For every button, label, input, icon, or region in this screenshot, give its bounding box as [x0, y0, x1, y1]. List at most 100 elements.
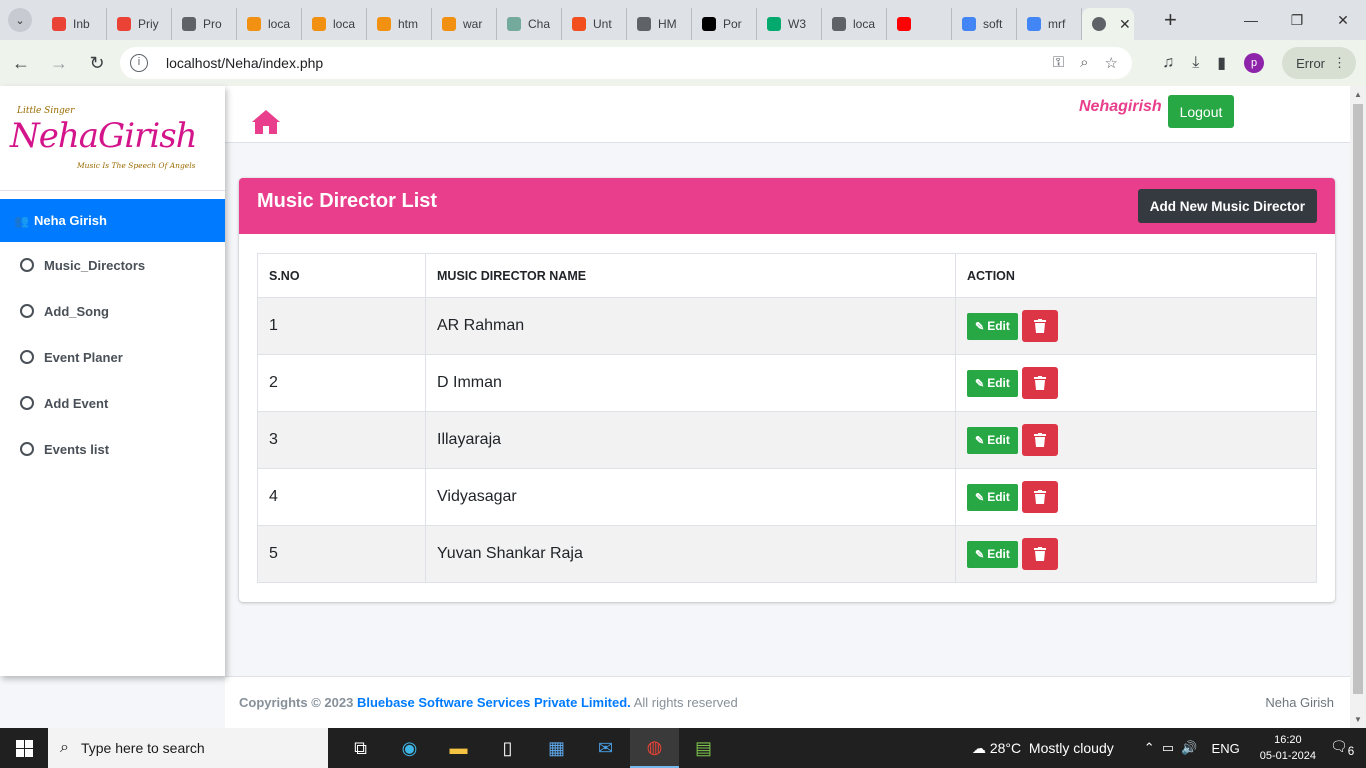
tab-favicon-icon — [117, 17, 131, 31]
sidebar-item-add-song[interactable]: Add_Song — [0, 288, 225, 334]
taskbar-search[interactable]: ⌕ Type here to search — [48, 728, 328, 768]
tab-label: mrf — [1048, 17, 1066, 31]
browser-tab[interactable]: Inb — [42, 8, 107, 40]
home-icon[interactable] — [251, 108, 281, 136]
tab-label: Priy — [138, 17, 159, 31]
browser-tab[interactable]: war — [432, 8, 497, 40]
sidebar-item-add-event[interactable]: Add Event — [0, 380, 225, 426]
zoom-icon[interactable]: ⌕ — [1080, 54, 1088, 72]
tab-favicon-icon — [1027, 17, 1041, 31]
delete-button[interactable] — [1021, 367, 1058, 399]
profile-avatar[interactable]: p — [1244, 53, 1265, 73]
back-icon[interactable]: ← — [4, 53, 38, 74]
edit-button[interactable]: ✎ Edit — [967, 426, 1018, 454]
key-icon[interactable]: ⚿ — [1053, 54, 1064, 72]
language-indicator[interactable]: ENG — [1212, 741, 1240, 756]
delete-button[interactable] — [1021, 424, 1058, 456]
browser-tab[interactable]: W3 — [757, 8, 822, 40]
sublime-icon[interactable]: ▤ — [679, 728, 728, 768]
store-icon[interactable]: ▦ — [532, 728, 581, 768]
row-actions: ✎ Edit — [955, 468, 1317, 526]
tray-icons[interactable]: ⌃ ▭ 🔊 — [1144, 740, 1198, 756]
url-text[interactable]: localhost/Neha/index.php — [166, 55, 323, 71]
browser-tab[interactable]: Unt — [562, 8, 627, 40]
edge-icon[interactable]: ◉ — [385, 728, 434, 768]
browser-tab[interactable]: loca — [302, 8, 367, 40]
table-row: 2D Imman ✎ Edit — [257, 354, 1317, 412]
site-info-icon[interactable]: i — [130, 54, 148, 72]
edit-button[interactable]: ✎ Edit — [967, 312, 1018, 340]
scroll-down-icon[interactable]: ▼ — [1354, 715, 1362, 724]
browser-tab[interactable]: loca — [822, 8, 887, 40]
browser-tab[interactable]: HM — [627, 8, 692, 40]
more-menu-icon: ⋮ — [1333, 55, 1346, 70]
page-footer: Copyrights © 2023 Bluebase Software Serv… — [225, 676, 1350, 728]
delete-button[interactable] — [1021, 481, 1058, 513]
browser-tab[interactable]: Cha — [497, 8, 562, 40]
media-control-icon[interactable]: ♫ — [1162, 54, 1174, 72]
edit-button[interactable]: ✎ Edit — [967, 540, 1018, 568]
notification-icon[interactable]: 🗨6 — [1330, 738, 1366, 758]
sidebar-item-event-planer[interactable]: Event Planer — [0, 334, 225, 380]
browser-tab[interactable]: Priy — [107, 8, 172, 40]
scroll-up-icon[interactable]: ▲ — [1354, 90, 1362, 99]
page-scrollbar[interactable]: ▲ ▼ — [1350, 86, 1366, 728]
browser-tab[interactable]: soft — [952, 8, 1017, 40]
tab-close-icon[interactable]: ✕ — [1119, 16, 1131, 33]
scrollbar-thumb[interactable] — [1353, 104, 1363, 694]
card-header: Music Director List Add New Music Direct… — [239, 178, 1335, 234]
reload-icon[interactable]: ↻ — [80, 53, 114, 74]
window-controls: — ❐ ✕ — [1228, 0, 1366, 40]
side-panel-icon[interactable]: ▮ — [1217, 53, 1226, 73]
sidebar-item-music-directors[interactable]: Music_Directors — [0, 242, 225, 288]
forward-icon[interactable]: → — [42, 53, 76, 74]
browser-toolbar: ← → ↻ i localhost/Neha/index.php ⚿ ⌕ ☆ ♫… — [0, 40, 1366, 86]
browser-tab-active[interactable]: ✕ — [1082, 8, 1134, 40]
tab-search-button[interactable]: ⌄ — [8, 8, 32, 32]
circle-icon — [20, 304, 34, 318]
close-window-icon[interactable]: ✕ — [1320, 0, 1366, 40]
chrome-icon[interactable]: ◍ — [630, 728, 679, 768]
company-link[interactable]: Bluebase Software Services Private Limit… — [357, 695, 631, 710]
notepad-icon[interactable]: ▯ — [483, 728, 532, 768]
brand-logo[interactable]: Little Singer NehaGirish Music Is The Sp… — [0, 86, 225, 191]
browser-tab[interactable]: loca — [237, 8, 302, 40]
error-button[interactable]: Error ⋮ — [1282, 47, 1356, 79]
top-navbar: Nehagirish Logout — [225, 86, 1350, 143]
new-tab-button[interactable]: + — [1164, 7, 1177, 33]
browser-tab[interactable]: Pro — [172, 8, 237, 40]
windows-start-icon[interactable] — [0, 728, 48, 768]
delete-button[interactable] — [1021, 310, 1058, 342]
bookmark-star-icon[interactable]: ☆ — [1105, 54, 1118, 72]
sidebar-user[interactable]: 👥 Neha Girish — [0, 199, 225, 242]
mail-icon[interactable]: ✉ — [581, 728, 630, 768]
delete-button[interactable] — [1021, 538, 1058, 570]
column-header-name: MUSIC DIRECTOR NAME — [425, 253, 956, 298]
task-view-icon[interactable]: ⧉ — [336, 728, 385, 768]
restore-icon[interactable]: ❐ — [1274, 0, 1320, 40]
clock[interactable]: 16:20 05-01-2024 — [1260, 732, 1316, 764]
browser-tab[interactable]: mrf — [1017, 8, 1082, 40]
browser-tab[interactable] — [887, 8, 952, 40]
edit-button[interactable]: ✎ Edit — [967, 369, 1018, 397]
file-explorer-icon[interactable]: ▬ — [434, 728, 483, 768]
browser-tab[interactable]: htm — [367, 8, 432, 40]
download-icon[interactable]: ⤓ — [1192, 54, 1199, 72]
sidebar-item-events-list[interactable]: Events list — [0, 426, 225, 472]
tab-favicon-icon — [832, 17, 846, 31]
tab-favicon-icon — [637, 17, 651, 31]
copyright-prefix: Copyrights © 2023 — [239, 695, 357, 710]
minimize-icon[interactable]: — — [1228, 0, 1274, 40]
sidebar-item-label: Music_Directors — [44, 257, 146, 273]
weather-text: Mostly cloudy — [1028, 739, 1114, 756]
logout-button[interactable]: Logout — [1168, 95, 1234, 128]
address-bar[interactable]: i localhost/Neha/index.php ⚿ ⌕ ☆ — [120, 47, 1132, 79]
add-music-director-button[interactable]: Add New Music Director — [1137, 189, 1317, 223]
weather-widget[interactable]: ☁ 28°C Mostly cloudy — [972, 740, 1114, 757]
browser-tab[interactable]: Por — [692, 8, 757, 40]
sidebar-item-label: Add Event — [44, 395, 109, 411]
edit-button[interactable]: ✎ Edit — [967, 483, 1018, 511]
row-actions: ✎ Edit — [955, 354, 1317, 412]
column-header-sno: S.NO — [257, 253, 426, 298]
circle-icon — [20, 350, 34, 364]
